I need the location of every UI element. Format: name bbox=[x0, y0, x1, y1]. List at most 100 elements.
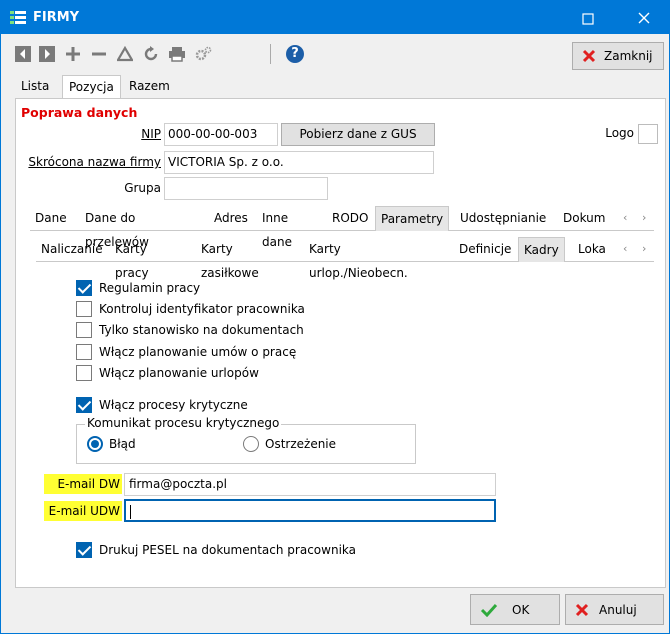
help-icon: ? bbox=[286, 45, 304, 63]
logo-box[interactable] bbox=[638, 124, 658, 144]
remove-icon bbox=[92, 52, 106, 56]
tab-udostepnianie[interactable]: Udostępnianie bbox=[455, 206, 551, 230]
critical-message-legend: Komunikat procesu krytycznego bbox=[85, 416, 282, 430]
close-icon bbox=[638, 12, 650, 24]
close-window-button[interactable] bbox=[621, 1, 667, 34]
tab-parametry[interactable]: Parametry bbox=[375, 206, 450, 231]
critical-message-group: Komunikat procesu krytycznego Błąd Ostrz… bbox=[76, 416, 416, 464]
logo-label: Logo bbox=[605, 126, 634, 140]
checkbox-box[interactable] bbox=[76, 322, 92, 338]
checkbox-drukuj-pesel[interactable]: Drukuj PESEL na dokumentach pracownika bbox=[76, 541, 356, 559]
remove-button[interactable] bbox=[89, 44, 109, 64]
tab-razem[interactable]: Razem bbox=[123, 75, 176, 97]
checkbox-box[interactable] bbox=[76, 397, 92, 413]
tab-karty-pracy[interactable]: Karty pracy bbox=[110, 237, 154, 280]
ok-button-label: OK bbox=[512, 602, 530, 617]
tab-karty-urlop[interactable]: Karty urlop./Nieobecn. bbox=[304, 237, 413, 280]
checkbox-planowanie-umow[interactable]: Włącz planowanie umów o pracę bbox=[76, 343, 296, 361]
section-title: Poprawa danych bbox=[21, 105, 138, 120]
email-udw-label: E-mail UDW bbox=[44, 501, 122, 521]
check-icon bbox=[480, 603, 498, 617]
tabs-level3-scroll-right[interactable]: › bbox=[642, 242, 646, 255]
nip-input[interactable]: 000-00-00-003 bbox=[164, 123, 278, 146]
checkbox-box[interactable] bbox=[76, 301, 92, 317]
minimize-button[interactable] bbox=[565, 1, 611, 34]
checkbox-planowanie-urlopow[interactable]: Włącz planowanie urlopów bbox=[76, 364, 259, 382]
tab-karty-zasilkowe[interactable]: Karty zasiłkowe bbox=[196, 237, 264, 280]
checkbox-procesy-krytyczne[interactable]: Włącz procesy krytyczne bbox=[76, 396, 248, 414]
refresh-button[interactable] bbox=[141, 44, 161, 64]
refresh-icon bbox=[144, 46, 158, 61]
ok-button[interactable]: OK bbox=[470, 594, 560, 625]
checkbox-label: Włącz planowanie urlopów bbox=[99, 366, 259, 380]
first-record-button[interactable] bbox=[13, 44, 33, 64]
nip-label: NIP bbox=[116, 127, 161, 141]
tab-dokum[interactable]: Dokum bbox=[558, 206, 610, 230]
close-x-icon bbox=[582, 49, 596, 63]
checkbox-regulamin-pracy[interactable]: Regulamin pracy bbox=[76, 279, 200, 297]
last-record-button[interactable] bbox=[37, 44, 57, 64]
cancel-button[interactable]: Anuluj bbox=[565, 594, 664, 625]
radio-ostrzezenie[interactable]: Ostrzeżenie bbox=[243, 436, 336, 452]
help-button[interactable]: ? bbox=[285, 44, 305, 64]
text-caret bbox=[130, 504, 131, 519]
toolbar: ? bbox=[1, 34, 669, 74]
title-bar: FIRMY bbox=[1, 1, 669, 34]
radio-label: Ostrzeżenie bbox=[265, 437, 337, 451]
tab-pozycja[interactable]: Pozycja bbox=[62, 75, 121, 98]
short-name-input[interactable]: VICTORIA Sp. z o.o. bbox=[164, 151, 434, 174]
checkbox-box[interactable] bbox=[76, 280, 92, 296]
tabs-level3-scroll-left[interactable]: ‹ bbox=[623, 242, 627, 255]
radio-blad[interactable]: Błąd bbox=[87, 436, 136, 452]
tab-adres[interactable]: Adres bbox=[209, 206, 253, 230]
checkbox-label: Drukuj PESEL na dokumentach pracownika bbox=[99, 543, 356, 557]
close-button[interactable]: Zamknij bbox=[572, 42, 664, 70]
tabs-level2-scroll-left[interactable]: ‹ bbox=[623, 211, 627, 224]
checkbox-box[interactable] bbox=[76, 344, 92, 360]
radio-button[interactable] bbox=[243, 436, 259, 452]
radio-button[interactable] bbox=[87, 436, 103, 452]
last-record-icon bbox=[39, 46, 55, 62]
first-record-icon bbox=[15, 46, 31, 62]
short-name-label: Skrócona nazwa firmy bbox=[18, 155, 161, 169]
print-icon bbox=[169, 47, 185, 62]
checkbox-label: Tylko stanowisko na dokumentach bbox=[99, 323, 304, 337]
email-udw-input[interactable] bbox=[124, 499, 496, 522]
settings-button[interactable] bbox=[193, 44, 213, 64]
close-button-label: Zamknij bbox=[604, 49, 653, 63]
email-dw-input[interactable]: firma@poczta.pl bbox=[124, 473, 496, 496]
radio-label: Błąd bbox=[109, 437, 136, 451]
checkbox-label: Regulamin pracy bbox=[99, 281, 201, 295]
tab-loka[interactable]: Loka bbox=[573, 237, 611, 261]
tab-rodo[interactable]: RODO bbox=[327, 206, 373, 230]
checkbox-label: Kontroluj identyfikator pracownika bbox=[99, 302, 305, 316]
email-dw-label: E-mail DW bbox=[44, 474, 122, 494]
settings-icon bbox=[195, 46, 212, 61]
checkbox-box[interactable] bbox=[76, 365, 92, 381]
tab-kadry[interactable]: Kadry bbox=[518, 237, 565, 262]
warning-icon bbox=[117, 46, 133, 62]
checkbox-kontroluj-identyfikator[interactable]: Kontroluj identyfikator pracownika bbox=[76, 300, 305, 318]
minimize-icon bbox=[582, 12, 594, 25]
gus-button[interactable]: Pobierz dane z GUS bbox=[281, 123, 435, 146]
tabs-level2-scroll-right[interactable]: › bbox=[642, 211, 646, 224]
group-input[interactable] bbox=[164, 177, 328, 200]
tab-definicje[interactable]: Definicje bbox=[454, 237, 516, 261]
print-button[interactable] bbox=[167, 44, 187, 64]
warning-button[interactable] bbox=[115, 44, 135, 64]
short-name-label-text: Skrócona nazwa firmy bbox=[28, 155, 161, 169]
toolbar-separator bbox=[270, 44, 271, 64]
add-button[interactable] bbox=[63, 44, 83, 64]
checkbox-tylko-stanowisko[interactable]: Tylko stanowisko na dokumentach bbox=[76, 321, 304, 339]
tab-naliczanie[interactable]: Naliczanie bbox=[36, 237, 108, 261]
firmy-window: FIRMY ? Zamknij Lista Pozycja Razem Popr… bbox=[0, 0, 670, 634]
window-title: FIRMY bbox=[33, 10, 80, 25]
tab-dane-do-przelewow[interactable]: Dane do przelewów bbox=[80, 206, 154, 249]
nip-label-text: NIP bbox=[141, 127, 161, 141]
checkbox-box[interactable] bbox=[76, 542, 92, 558]
tab-inne-dane[interactable]: Inne dane bbox=[257, 206, 297, 249]
app-list-icon bbox=[10, 11, 26, 24]
tab-dane[interactable]: Dane bbox=[30, 206, 72, 230]
checkbox-label: Włącz procesy krytyczne bbox=[99, 398, 248, 412]
tab-lista[interactable]: Lista bbox=[15, 75, 55, 97]
